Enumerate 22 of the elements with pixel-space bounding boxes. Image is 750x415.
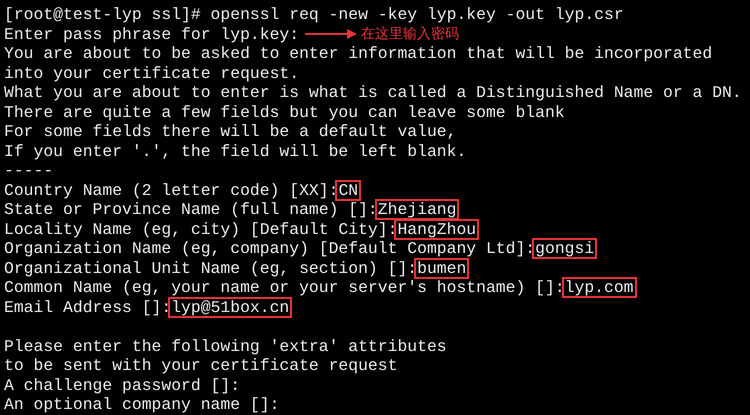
terminal-line: What you are about to enter is what is called a Distinguished Name or a DN. — [4, 83, 742, 102]
highlighted-answer: bumen — [414, 258, 470, 279]
highlighted-answer: lyp.com — [562, 277, 637, 298]
highlighted-answer: lyp@51box.cn — [168, 296, 292, 318]
terminal-line: There are quite a few fields but you can leave some blank — [4, 102, 565, 122]
terminal-line: ----- — [4, 161, 54, 180]
terminal-line: Enter pass phrase for lyp.key: — [4, 24, 300, 44]
terminal-line: into your certificate request. — [4, 64, 300, 83]
terminal-line: If you enter '.', the field will be left blank. — [4, 142, 466, 161]
highlighted-answer: Zhejiang — [374, 199, 460, 220]
terminal-line: An optional company name []: — [4, 395, 280, 414]
annotation-text: 在这里输入密码 — [361, 24, 460, 44]
terminal-line: [root@test-lyp ssl]# openssl req -new -key lyp.key -out lyp.csr — [4, 5, 624, 24]
terminal-line: For some fields there will be a default value, — [4, 122, 456, 142]
highlighted-answer: HangZhou — [394, 218, 480, 240]
terminal-line: You are about to be asked to enter information that will be incorporated — [4, 44, 712, 64]
arrow-icon — [305, 29, 358, 40]
terminal-line: to be sent with your certificate request — [4, 356, 398, 376]
highlighted-answer: CN — [335, 180, 362, 201]
highlighted-answer: gongsi — [532, 238, 598, 260]
terminal-line: A challenge password []: — [4, 376, 240, 395]
terminal-line: Please enter the following 'extra' attributes — [4, 336, 447, 356]
